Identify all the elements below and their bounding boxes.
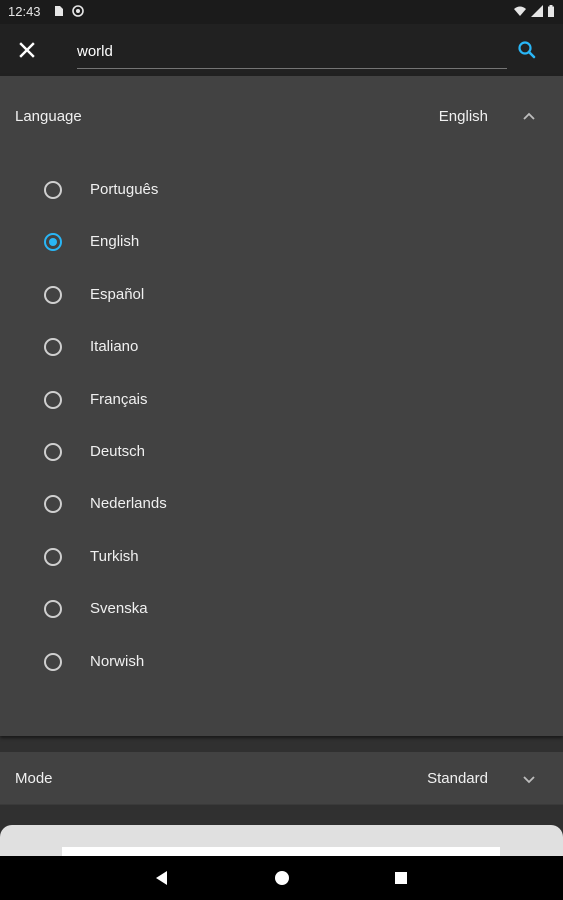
sd-card-icon [55,6,63,16]
language-option-label: Turkish [90,548,139,565]
radio-button[interactable] [44,600,62,618]
language-option-label: Norwish [90,653,145,670]
language-option-portugues[interactable]: Português [0,164,563,216]
radio-button[interactable] [44,181,62,199]
language-option-espanol[interactable]: Español [0,269,563,321]
mode-value: Standard [427,770,488,787]
radio-button[interactable] [44,653,62,671]
radio-button[interactable] [44,495,62,513]
mode-panel[interactable]: Mode Standard [0,752,563,805]
language-option-norwish[interactable]: Norwish [0,636,563,688]
language-option-label: Français [90,391,148,408]
language-option-label: Nederlands [90,495,167,512]
language-option-label: Italiano [90,338,139,355]
radio-button[interactable] [44,338,62,356]
back-icon[interactable] [152,868,172,888]
language-value: English [438,108,488,125]
language-option-label: Deutsch [90,443,146,460]
radio-button[interactable] [44,391,62,409]
language-option-deutsch[interactable]: Deutsch [0,426,563,478]
status-bar: 12:43 [0,0,563,24]
language-option-label: Português [90,181,159,198]
at-sign-icon [72,5,84,17]
language-option-label: Svenska [90,600,148,617]
mode-label: Mode [15,770,53,787]
home-icon[interactable] [272,868,292,888]
signal-icon [531,5,543,17]
wifi-icon [514,6,526,16]
language-option-label: English [90,233,140,250]
status-time: 12:43 [8,4,41,19]
navigation-bar [0,856,563,900]
chevron-down-icon [523,776,535,784]
search-icon[interactable] [514,37,540,63]
language-option-english[interactable]: English [0,216,563,268]
battery-icon [548,5,554,17]
language-panel: Language English Português English Españ… [0,76,563,736]
radio-button[interactable] [44,286,62,304]
language-header[interactable]: Language English [0,76,563,156]
language-option-svenska[interactable]: Svenska [0,583,563,635]
language-option-label: Español [90,286,145,303]
close-icon[interactable] [14,37,40,63]
language-option-nederlands[interactable]: Nederlands [0,478,563,530]
search-toolbar [0,24,563,76]
search-input[interactable] [77,34,507,69]
recents-icon[interactable] [391,868,411,888]
language-option-francais[interactable]: Français [0,374,563,426]
language-option-turkish[interactable]: Turkish [0,531,563,583]
chevron-up-icon [523,112,535,120]
language-label: Language [15,108,82,125]
radio-button[interactable] [44,443,62,461]
language-option-italiano[interactable]: Italiano [0,321,563,373]
divider [0,804,563,805]
radio-button[interactable] [44,548,62,566]
radio-button-selected[interactable] [44,233,62,251]
